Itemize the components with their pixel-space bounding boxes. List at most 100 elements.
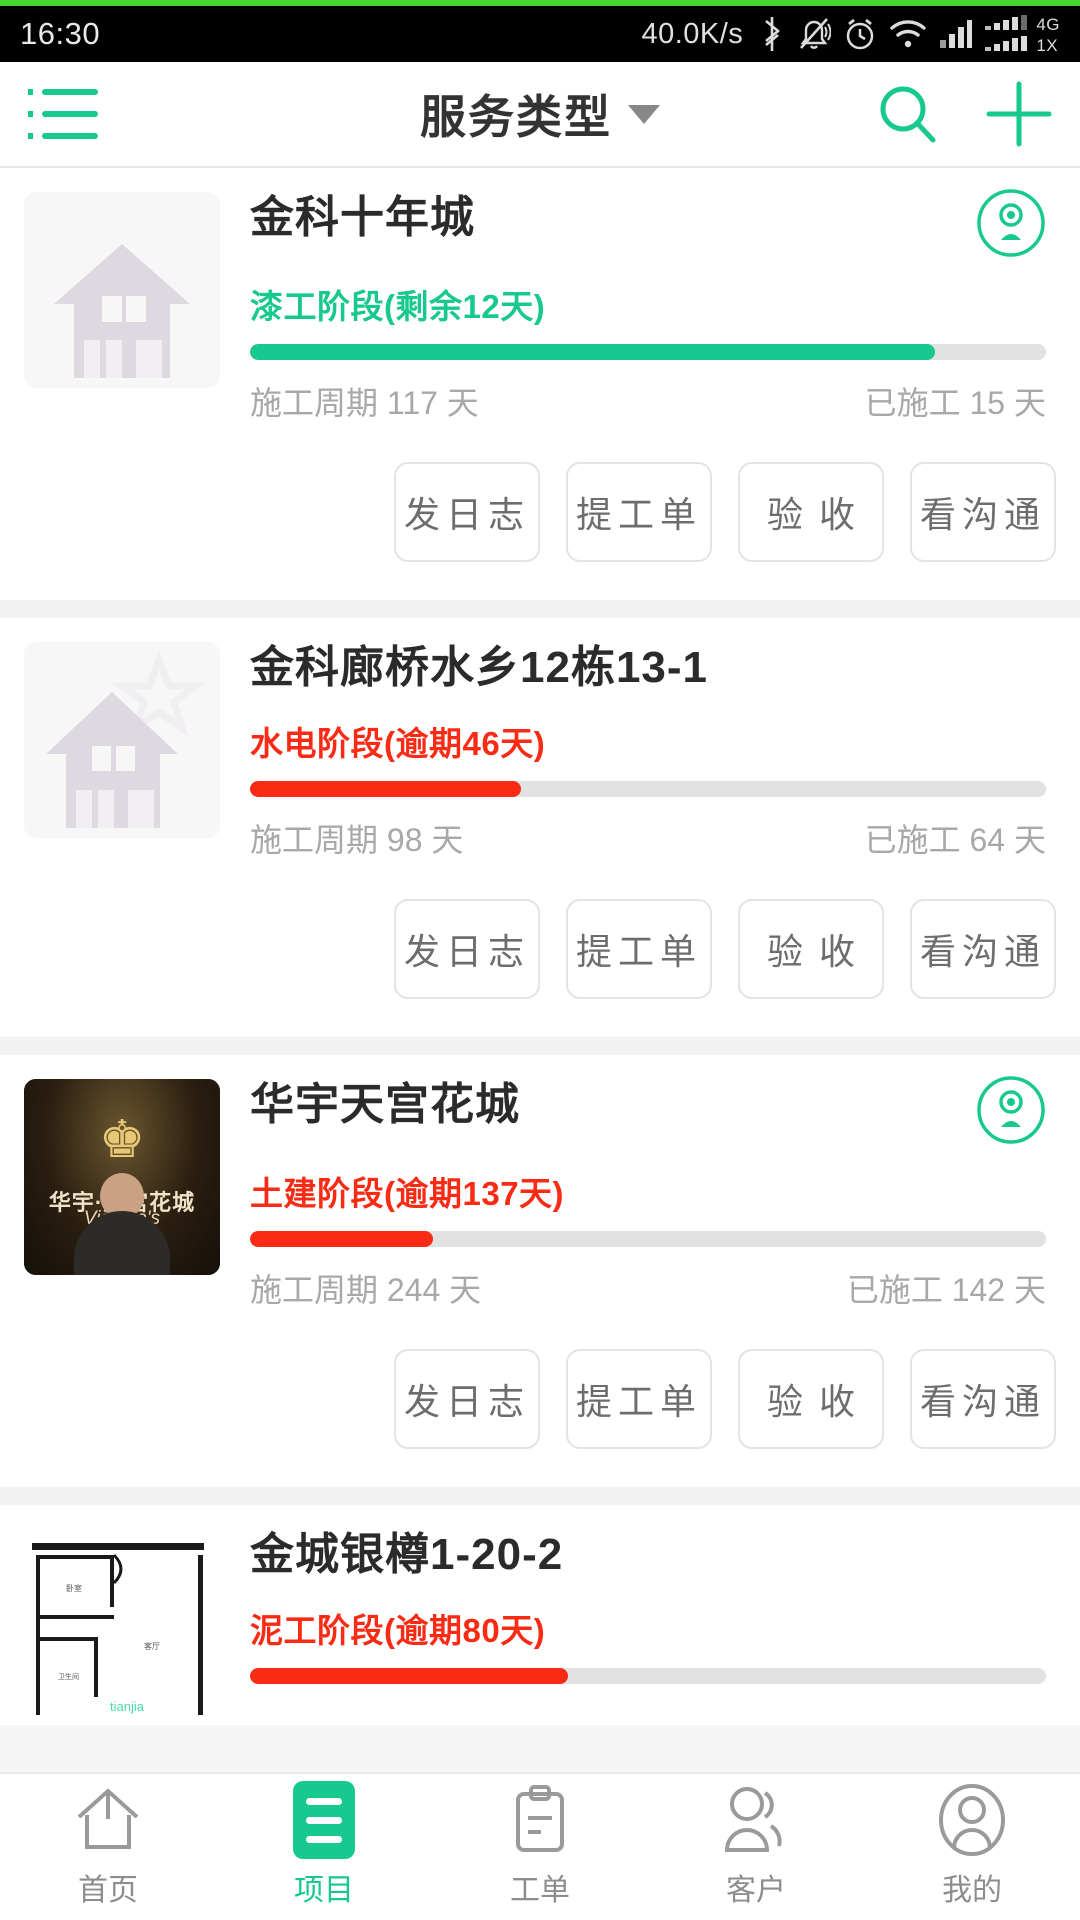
card-top: 金科十年城 漆工阶段(剩余12天) 施工周期 117 天 已施工 15 天 [0,189,1080,424]
project-card[interactable]: 金科十年城 漆工阶段(剩余12天) 施工周期 117 天 已施工 15 天 发日… [0,168,1080,600]
project-card[interactable]: 卧室 客厅 卫生间 tianjia 金城银樽1-20-2 泥工阶段(逾期80天) [0,1504,1080,1725]
project-title[interactable]: 华宇天宫花城 [250,1079,520,1132]
house-star-placeholder-icon [46,650,207,828]
tab-workorder[interactable]: 工单 [432,1785,648,1909]
work-order-button[interactable]: 提工单 [566,1348,712,1449]
status-bar: 16:30 40.0K/s 4G 1X [0,6,1080,62]
project-status: 泥工阶段(逾期80天) [250,1611,546,1649]
acceptance-button[interactable]: 验收 [738,1348,884,1449]
bottom-navigation: 首页 项目 工单 客户 我的 [0,1772,1080,1920]
progress-fill [250,1667,569,1684]
project-title[interactable]: 金科廊桥水乡12栋13-1 [250,642,708,695]
tab-customer[interactable]: 客户 [648,1785,864,1909]
assignee-avatar-icon[interactable] [976,1075,1046,1145]
list-menu-icon[interactable] [28,89,100,139]
card-title-row: 金城银樽1-20-2 [250,1529,1046,1582]
network-type-1x: 1X [1036,35,1059,55]
search-icon[interactable] [876,82,940,146]
mute-icon [800,18,832,49]
acceptance-button[interactable]: 验收 [738,898,884,999]
assignee-avatar-icon[interactable] [976,188,1046,258]
progress-track [250,1667,1046,1684]
send-log-button[interactable]: 发日志 [394,898,540,999]
send-log-button[interactable]: 发日志 [394,462,540,562]
project-list-icon [293,1781,355,1859]
communication-button[interactable]: 看沟通 [910,1348,1056,1449]
project-title[interactable]: 金科十年城 [250,192,475,245]
card-title-row: 金科十年城 [250,189,1046,258]
status-bar-icons: 40.0K/s 4G 1X [641,14,1060,55]
card-body: 金城银樽1-20-2 泥工阶段(逾期80天) [220,1529,1056,1725]
card-stats: 施工周期 244 天 已施工 142 天 [250,1265,1046,1311]
construction-done: 已施工 64 天 [864,821,1046,858]
card-title-row: 华宇天宫花城 [250,1076,1046,1145]
work-order-button[interactable]: 提工单 [566,462,712,562]
page-title[interactable]: 服务类型 [420,81,612,147]
card-action-row: 发日志 提工单 验收 看沟通 [0,861,1080,1037]
clipboard-icon [508,1785,572,1855]
progress-fill [250,1230,434,1247]
card-body: 金科廊桥水乡12栋13-1 水电阶段(逾期46天) 施工周期 98 天 已施工 … [220,642,1056,861]
project-status: 水电阶段(逾期46天) [250,724,546,762]
progress-track [250,780,1046,797]
plus-icon[interactable] [986,81,1052,147]
card-stats: 施工周期 98 天 已施工 64 天 [250,815,1046,861]
communication-button[interactable]: 看沟通 [910,462,1056,562]
send-log-button[interactable]: 发日志 [394,1348,540,1449]
project-status: 土建阶段(逾期137天) [250,1174,565,1212]
construction-cycle: 施工周期 244 天 [250,1271,482,1308]
svg-text:tianjia: tianjia [110,1699,145,1714]
app-header: 服务类型 [0,62,1080,166]
card-stats: 施工周期 117 天 已施工 15 天 [250,378,1046,424]
bluetooth-icon [765,17,781,51]
project-thumbnail[interactable]: 卧室 客厅 卫生间 tianjia [24,1528,220,1725]
victorias-photo: ♚ 华宇·天宫花城 Victoria's [24,1078,220,1275]
project-thumbnail[interactable] [24,642,220,838]
card-separator [0,1486,1080,1505]
progress-fill [250,344,935,360]
acceptance-button[interactable]: 验收 [738,462,884,562]
header-actions [876,81,1052,147]
project-card[interactable]: 金科廊桥水乡12栋13-1 水电阶段(逾期46天) 施工周期 98 天 已施工 … [0,618,1080,1037]
tab-label: 工单 [510,1874,570,1907]
tab-label: 我的 [942,1874,1002,1907]
svg-text:卧室: 卧室 [66,1583,82,1593]
card-separator [0,1036,1080,1055]
svg-text:客厅: 客厅 [144,1641,160,1651]
tab-label: 项目 [294,1874,354,1907]
card-body: 金科十年城 漆工阶段(剩余12天) 施工周期 117 天 已施工 15 天 [220,189,1056,424]
alarm-icon [847,18,874,50]
tab-mine[interactable]: 我的 [864,1784,1080,1909]
floorplan-photo: 卧室 客厅 卫生间 tianjia [24,1528,220,1725]
construction-cycle: 施工周期 117 天 [250,385,479,421]
project-title[interactable]: 金城银樽1-20-2 [250,1529,563,1582]
construction-done: 已施工 142 天 [846,1271,1046,1308]
project-thumbnail[interactable] [24,192,220,388]
network-speed-label: 40.0K/s [641,17,744,50]
progress-fill [250,780,521,797]
house-placeholder-icon [54,244,190,378]
tab-project[interactable]: 项目 [216,1781,432,1909]
person-circle-icon [937,1784,1007,1856]
tab-label: 首页 [78,1874,138,1907]
chevron-down-icon[interactable] [628,104,660,124]
tab-home[interactable]: 首页 [0,1785,216,1909]
tab-label: 客户 [726,1874,786,1907]
progress-track [250,1230,1046,1247]
project-card[interactable]: ♚ 华宇·天宫花城 Victoria's 华宇天宫花城 [0,1054,1080,1487]
project-list[interactable]: 金科十年城 漆工阶段(剩余12天) 施工周期 117 天 已施工 15 天 发日… [0,168,1080,1725]
signal-dual-icon: 4G 1X [985,14,1060,55]
network-type-4g: 4G [1036,14,1060,34]
card-top: 金科廊桥水乡12栋13-1 水电阶段(逾期46天) 施工周期 98 天 已施工 … [0,642,1080,861]
card-action-row: 发日志 提工单 验收 看沟通 [0,424,1080,600]
status-clock: 16:30 [20,16,101,51]
users-icon [717,1785,795,1855]
card-title-row: 金科廊桥水乡12栋13-1 [250,642,1046,695]
progress-track [250,344,1046,360]
signal-icon [940,20,973,48]
work-order-button[interactable]: 提工单 [566,898,712,999]
card-body: 华宇天宫花城 土建阶段(逾期137天) 施工周期 244 天 已施工 142 天 [220,1076,1056,1311]
communication-button[interactable]: 看沟通 [910,898,1056,999]
card-action-row: 发日志 提工单 验收 看沟通 [0,1311,1080,1487]
project-thumbnail[interactable]: ♚ 华宇·天宫花城 Victoria's [24,1078,220,1275]
